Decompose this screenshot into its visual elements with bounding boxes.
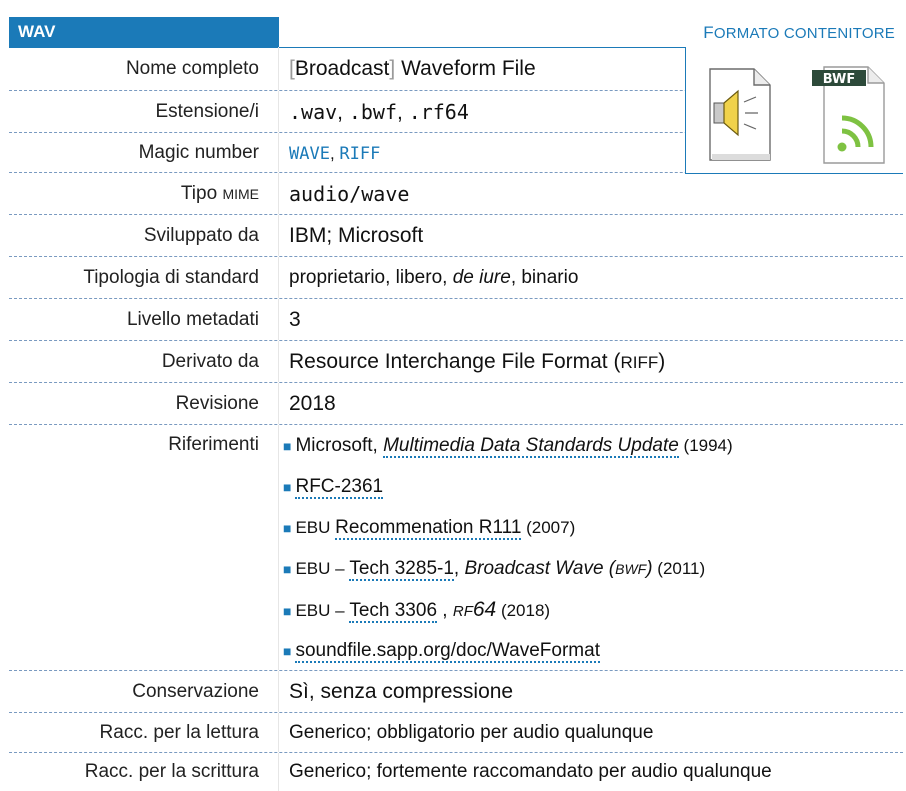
derivato-part1: Resource Interchange File Format (: [289, 350, 621, 373]
nome-rest: Waveform File: [395, 57, 536, 80]
magic-riff: RIFF: [339, 144, 381, 164]
bullet-icon: ■: [283, 561, 292, 577]
nome-word1: Broadcast: [294, 57, 390, 80]
references-list: ■ Microsoft, Multimedia Data Standards Up…: [283, 425, 903, 671]
reference-item: ■ RFC-2361: [283, 466, 903, 507]
bwf-file-icon: BWF: [812, 66, 885, 164]
label-nome-completo: Nome completo: [9, 47, 279, 90]
card-header: WAV FORMATO CONTENITORE: [9, 17, 903, 48]
ext-rf64: .rf64: [408, 100, 469, 124]
reference-item: ■ EBU Recommenation R111 (2007): [283, 507, 903, 548]
value-livello-metadati: 3: [289, 308, 301, 331]
value-revisione: 2018: [289, 392, 336, 415]
value-racc-scrittura: Generico; fortemente raccomandato per au…: [289, 761, 772, 782]
ext-wav: .wav: [289, 100, 338, 124]
label-livello-metadati: Livello metadati: [9, 299, 279, 340]
label-tipologia: Tipologia di standard: [9, 257, 279, 298]
ref1-author: Microsoft,: [295, 435, 384, 456]
label-riferimenti: Riferimenti: [9, 425, 279, 670]
row-conservazione: Conservazione Sì, senza compressione: [9, 671, 903, 713]
mime-label-main: Tipo: [180, 183, 223, 204]
tipologia-de-iure: de iure: [452, 267, 511, 288]
reference-item: ■ EBU – Tech 3306 , RF64 (2018): [283, 589, 903, 630]
row-riferimenti: Riferimenti ■ Microsoft, Multimedia Data …: [9, 425, 903, 671]
ref5-sep: ,: [437, 600, 453, 621]
label-tipo-mime: Tipo MIME: [9, 173, 279, 214]
ref4-title: Broadcast Wave (: [464, 558, 616, 579]
ref1-title-link[interactable]: Multimedia Data Standards Update: [383, 435, 679, 458]
ref4-link[interactable]: Tech 3285-1: [349, 558, 454, 581]
category-initial: F: [703, 23, 714, 42]
bullet-icon: ■: [283, 479, 292, 495]
icon-box: BWF: [685, 47, 903, 174]
value-conservazione: Sì, senza compressione: [289, 680, 514, 703]
ref5-org: EBU –: [295, 601, 350, 620]
ref4-sep: ,: [453, 558, 465, 579]
ref5-link[interactable]: Tech 3306: [349, 600, 438, 623]
label-derivato-da: Derivato da: [9, 341, 279, 382]
row-derivato-da: Derivato da Resource Interchange File Fo…: [9, 341, 903, 383]
derivato-riff: RIFF: [620, 353, 659, 372]
format-title: WAV: [9, 17, 279, 47]
tipologia-part1: proprietario, libero,: [289, 267, 453, 288]
ref4-title-bwf: BWF: [615, 561, 647, 577]
value-derivato-da: Resource Interchange File Format (RIFF): [279, 341, 903, 382]
row-racc-lettura: Racc. per la lettura Generico; obbligato…: [9, 713, 903, 753]
label-conservazione: Conservazione: [9, 671, 279, 712]
label-racc-scrittura: Racc. per la scrittura: [9, 753, 279, 791]
ext-bwf: .bwf: [348, 100, 398, 124]
category-rest: ORMATO CONTENITORE: [713, 25, 895, 42]
value-tipo-mime: audio/wave: [279, 173, 903, 214]
tipologia-part3: , binario: [510, 267, 579, 288]
ref2-link[interactable]: RFC-2361: [295, 476, 384, 499]
value-tipologia: proprietario, libero, de iure, binario: [279, 257, 903, 298]
ref5-title-rf: RF: [452, 603, 473, 620]
value-riferimenti: ■ Microsoft, Multimedia Data Standards Up…: [279, 425, 903, 670]
row-livello-metadati: Livello metadati 3: [9, 299, 903, 341]
reference-item: ■ soundfile.sapp.org/doc/WaveFormat: [283, 630, 903, 671]
audio-file-icon: [709, 68, 771, 161]
magic-wave: WAVE: [289, 144, 330, 164]
label-estensione: Estensione/i: [9, 91, 279, 132]
row-sviluppato-da: Sviluppato da IBM; Microsoft: [9, 215, 903, 257]
label-racc-lettura: Racc. per la lettura: [9, 713, 279, 752]
row-tipo-mime: Tipo MIME audio/wave: [9, 173, 903, 215]
derivato-part3: ): [658, 350, 666, 373]
ref6-link[interactable]: soundfile.sapp.org/doc/WaveFormat: [295, 640, 600, 663]
ref3-year: (2007): [521, 518, 576, 537]
ref5-year: (2018): [496, 601, 551, 620]
bullet-icon: ■: [283, 520, 292, 536]
ref4-org: EBU –: [295, 559, 350, 578]
ref1-year: (1994): [678, 436, 733, 455]
ref3-link[interactable]: Recommenation R111: [335, 517, 522, 540]
format-card: WAV FORMATO CONTENITORE BWF Nome complet…: [0, 0, 906, 791]
mime-label-small: MIME: [222, 186, 259, 202]
reference-item: ■ EBU – Tech 3285-1, Broadcast Wave (BWF)…: [283, 548, 903, 589]
value-sviluppato-da: IBM; Microsoft: [289, 224, 424, 247]
ref5-title-64: 64: [472, 598, 497, 621]
row-revisione: Revisione 2018: [9, 383, 903, 425]
file-icons: BWF: [709, 66, 885, 164]
label-sviluppato-da: Sviluppato da: [9, 215, 279, 256]
row-racc-scrittura: Racc. per la scrittura Generico; forteme…: [9, 753, 903, 791]
bwf-badge-label: BWF: [823, 72, 855, 87]
reference-item: ■ Microsoft, Multimedia Data Standards Up…: [283, 425, 903, 466]
ref3-org: EBU: [295, 518, 336, 537]
mime-value: audio/wave: [289, 182, 410, 206]
bullet-icon: ■: [283, 438, 292, 454]
ref4-year: (2011): [652, 559, 706, 578]
bullet-icon: ■: [283, 643, 292, 659]
bullet-icon: ■: [283, 603, 292, 619]
label-revisione: Revisione: [9, 383, 279, 424]
value-racc-lettura: Generico; obbligatorio per audio qualunq…: [289, 722, 654, 743]
row-tipologia: Tipologia di standard proprietario, libe…: [9, 257, 903, 299]
label-magic-number: Magic number: [9, 133, 279, 172]
format-category: FORMATO CONTENITORE: [703, 23, 895, 43]
